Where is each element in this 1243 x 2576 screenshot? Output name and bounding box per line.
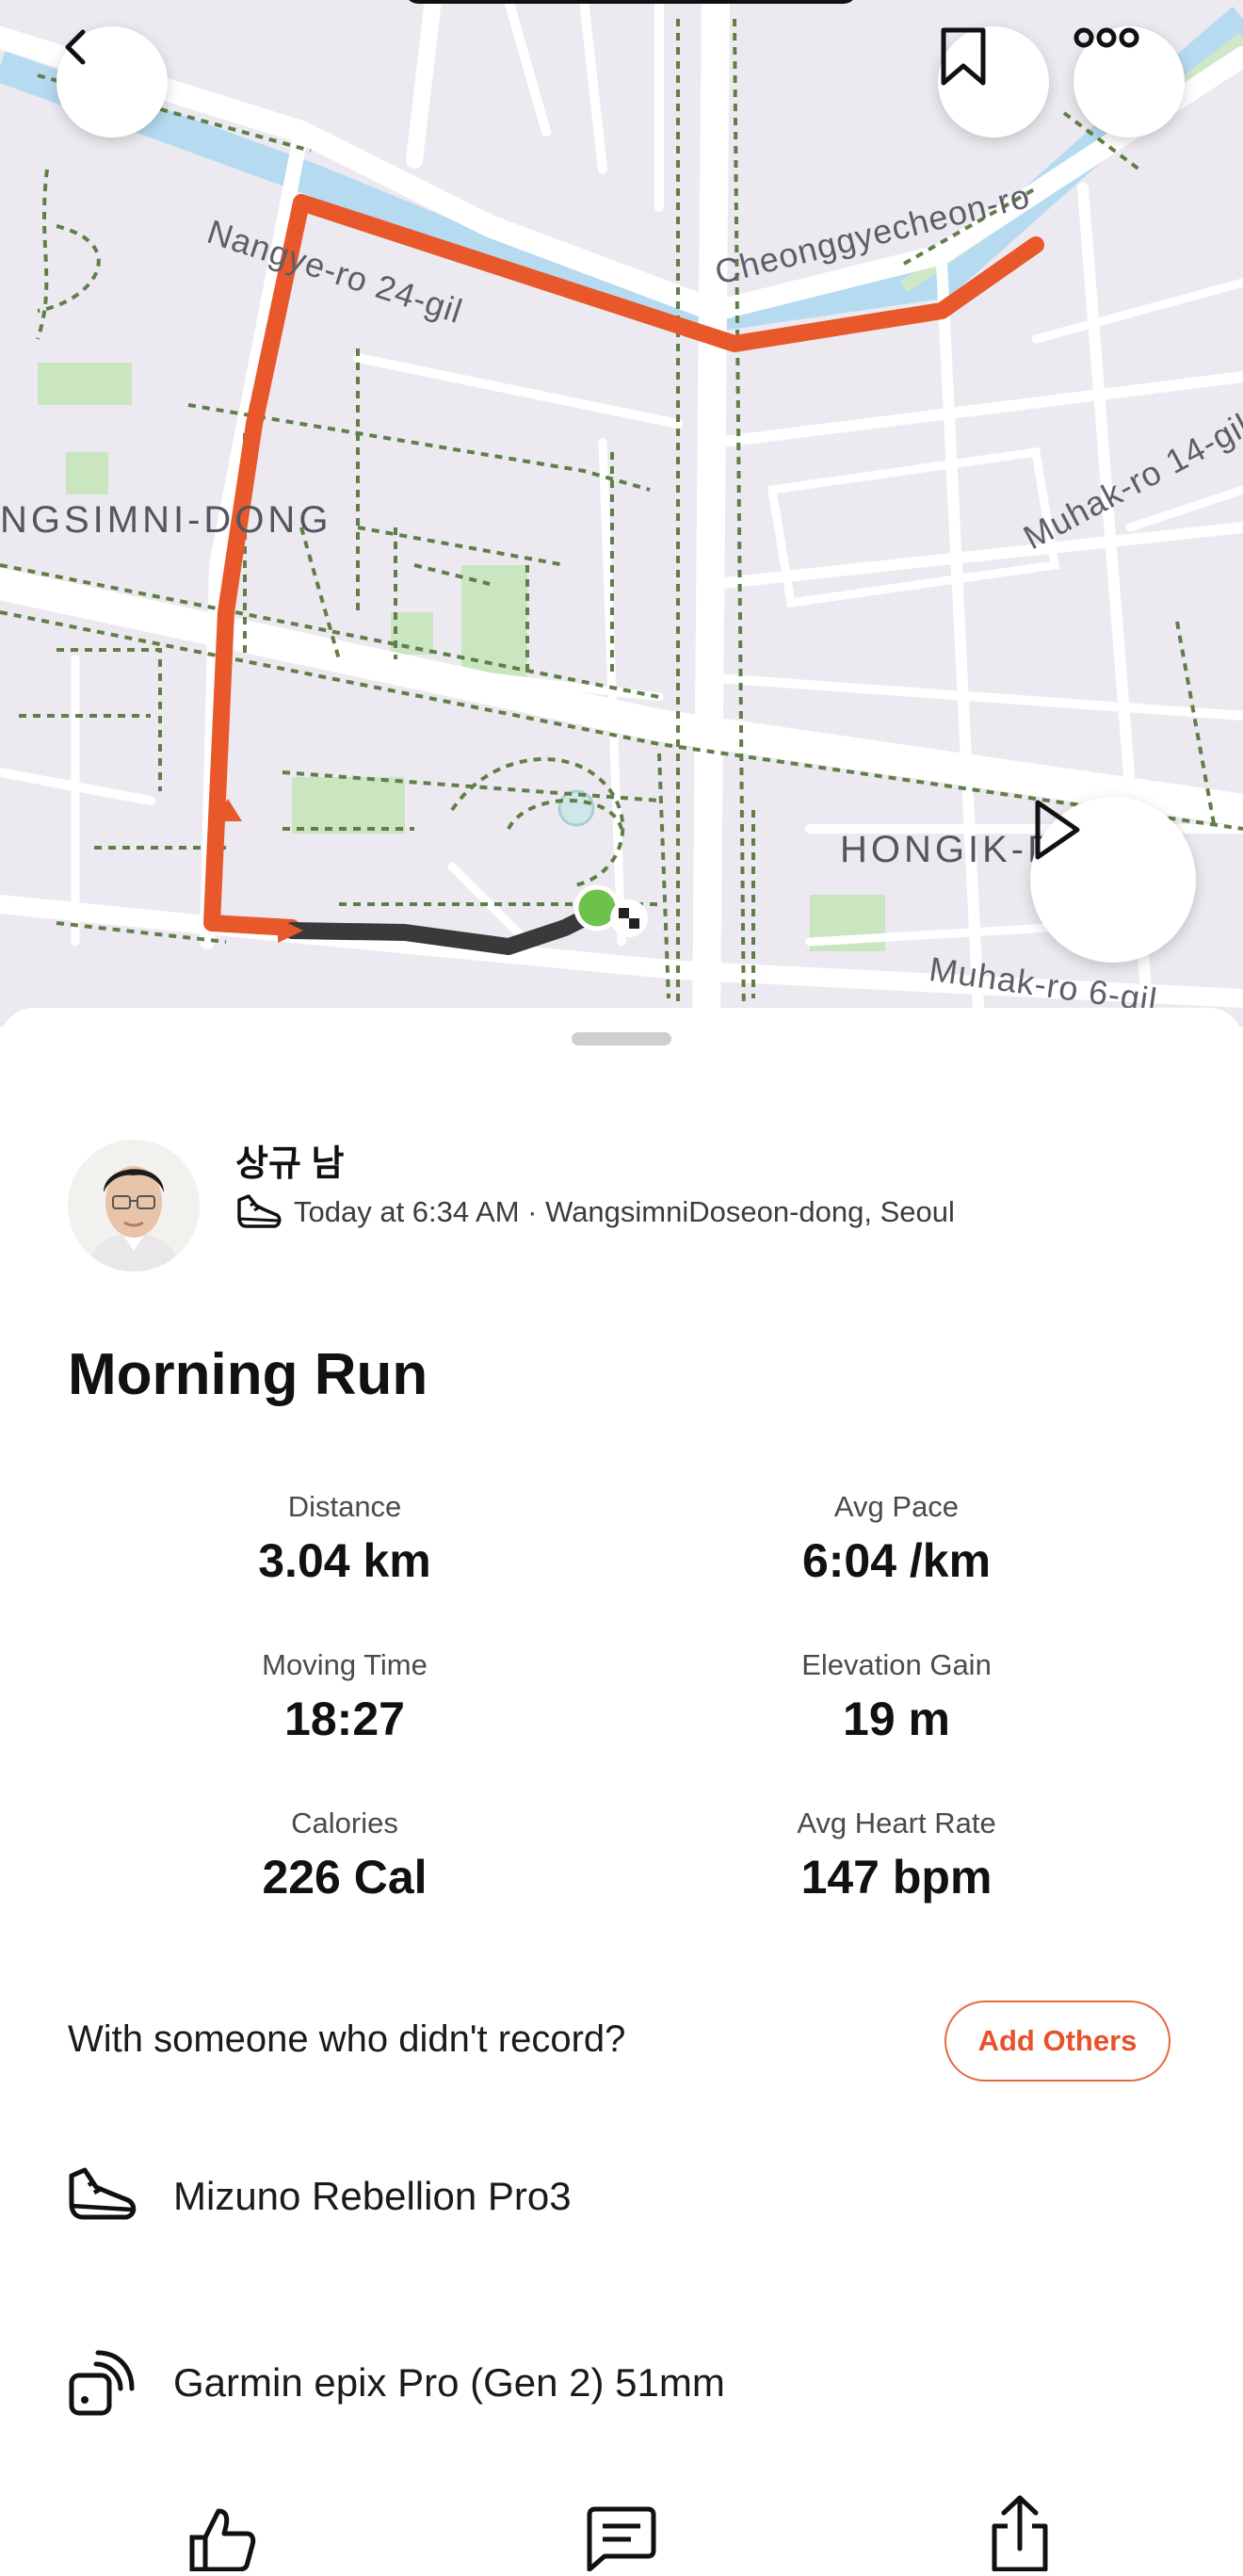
stat-value: 147 bpm — [800, 1851, 993, 1904]
stat-label: Calories — [291, 1806, 398, 1839]
stat-label: Moving Time — [262, 1648, 428, 1681]
stat-value: 6:04 /km — [801, 1534, 992, 1587]
stat-moving-time: Moving Time 18:27 — [100, 1648, 589, 1746]
share-icon — [992, 2495, 1048, 2572]
map-label-district: HONGIK-D — [840, 829, 1058, 870]
park-area — [38, 363, 132, 405]
device-notch — [405, 0, 857, 4]
gear-device-label: Garmin epix Pro (Gen 2) 51mm — [173, 2360, 725, 2405]
share-button[interactable] — [989, 2492, 1051, 2576]
fountain — [557, 789, 595, 827]
stat-value: 19 m — [843, 1693, 950, 1745]
activity-meta-text: Today at 6:34 AM · WangsimniDoseon-dong,… — [294, 1195, 955, 1228]
gear-shoes-row[interactable]: Mizuno Rebellion Pro3 — [68, 2166, 572, 2227]
activity-sheet: 상규 남 Today at 6:34 AM · WangsimniDoseon-… — [0, 1008, 1243, 2572]
chevron-left-icon — [65, 29, 86, 65]
park-area — [66, 452, 108, 494]
play-flyover-button[interactable] — [1030, 797, 1196, 963]
kudos-button[interactable] — [186, 2505, 256, 2576]
gear-device-row[interactable]: Garmin epix Pro (Gen 2) 51mm — [68, 2349, 725, 2417]
play-icon — [1035, 800, 1080, 860]
more-icon — [1074, 27, 1139, 48]
activity-title: Morning Run — [68, 1342, 428, 1407]
bookmark-button[interactable] — [938, 26, 1049, 138]
stat-value: 3.04 km — [258, 1534, 431, 1587]
stat-avg-heart-rate: Avg Heart Rate 147 bpm — [652, 1806, 1141, 1904]
route-map[interactable]: Nangye-ro 24-gil Cheonggyecheon-ro NGSIM… — [0, 0, 1243, 1027]
shoe-icon — [237, 1194, 282, 1228]
stat-elevation-gain: Elevation Gain 19 m — [652, 1648, 1141, 1746]
finish-marker — [610, 899, 648, 937]
bookmark-icon — [941, 27, 986, 86]
map-label-district: NGSIMNI-DONG — [0, 499, 332, 541]
stat-label: Distance — [287, 1490, 402, 1523]
stat-calories: Calories 226 Cal — [100, 1806, 589, 1904]
stat-label: Avg Pace — [833, 1490, 960, 1523]
stat-label: Avg Heart Rate — [797, 1806, 996, 1839]
athlete-name[interactable]: 상규 남 — [235, 1134, 344, 1186]
stat-label: Elevation Gain — [801, 1648, 992, 1681]
stat-avg-pace: Avg Pace 6:04 /km — [652, 1490, 1141, 1588]
more-button[interactable] — [1074, 26, 1185, 138]
gear-shoes-label: Mizuno Rebellion Pro3 — [173, 2174, 572, 2218]
stat-value: 18:27 — [284, 1693, 405, 1745]
drag-handle[interactable] — [572, 1032, 671, 1045]
park-area — [292, 777, 405, 834]
activity-meta: Today at 6:34 AM · WangsimniDoseon-dong,… — [235, 1192, 955, 1232]
back-button[interactable] — [56, 26, 168, 138]
shoe-icon — [69, 2167, 137, 2220]
stat-value: 226 Cal — [262, 1851, 428, 1904]
add-others-prompt: With someone who didn't record? — [68, 2018, 626, 2060]
avatar-image — [68, 1140, 200, 1272]
watch-icon — [69, 2350, 135, 2416]
add-others-button[interactable]: Add Others — [944, 2001, 1170, 2082]
comment-button[interactable] — [586, 2505, 657, 2576]
avatar[interactable] — [68, 1140, 200, 1272]
stat-distance: Distance 3.04 km — [100, 1490, 589, 1588]
